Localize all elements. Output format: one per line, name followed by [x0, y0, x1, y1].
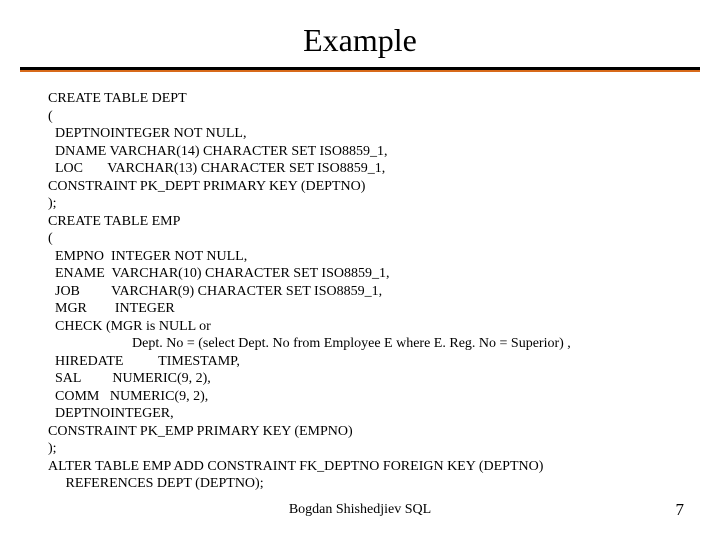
slide: Example CREATE TABLE DEPT ( DEPTNOINTEGE…	[0, 0, 720, 540]
slide-title: Example	[0, 0, 720, 67]
page-number: 7	[676, 500, 685, 520]
footer-author: Bogdan Shishedjiev SQL	[0, 502, 720, 518]
sql-code-block: CREATE TABLE DEPT ( DEPTNOINTEGER NOT NU…	[0, 72, 720, 493]
